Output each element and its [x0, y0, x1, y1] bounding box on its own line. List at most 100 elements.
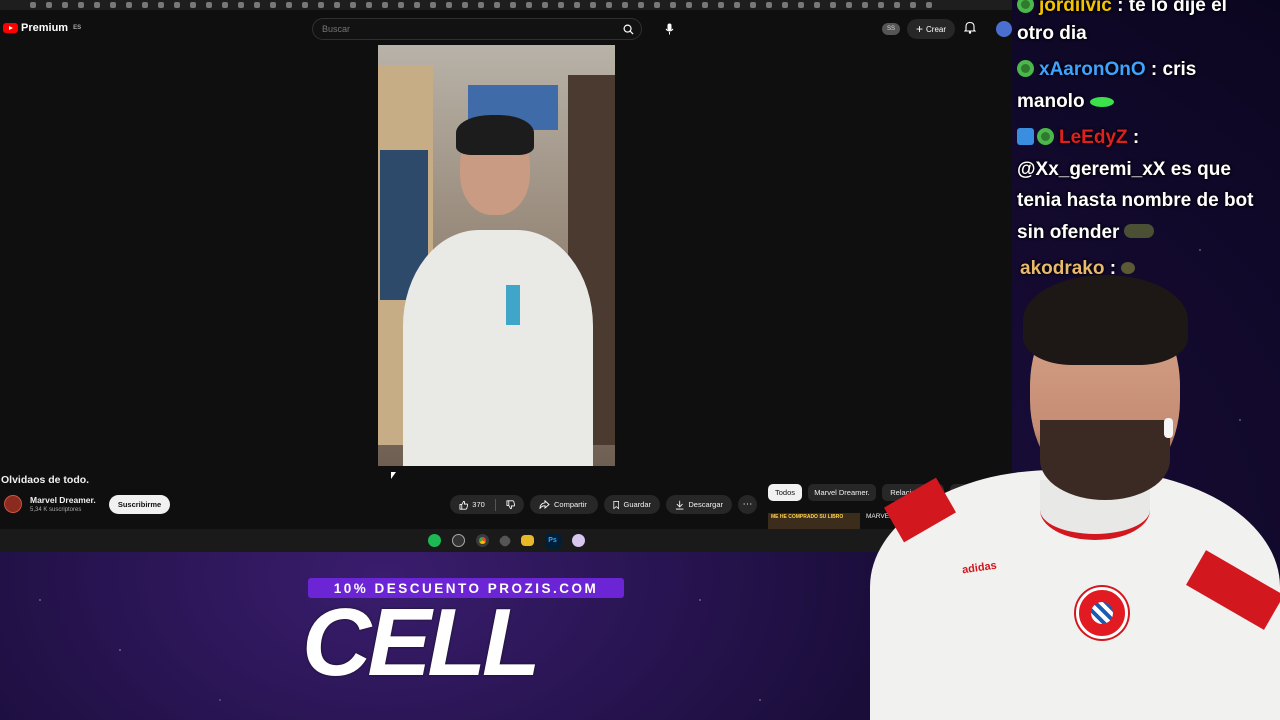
vip-badge-icon [1017, 128, 1034, 145]
chat-message: LeEdyZ : [1017, 122, 1139, 153]
bookmark-icon[interactable] [910, 2, 916, 8]
bookmark-icon[interactable] [606, 2, 612, 8]
bookmark-icon[interactable] [686, 2, 692, 8]
bookmark-icon[interactable] [78, 2, 84, 8]
obs-icon[interactable] [451, 534, 465, 547]
bookmark-icon[interactable] [238, 2, 244, 8]
bookmark-icon[interactable] [510, 2, 516, 8]
search-icon [623, 24, 634, 35]
bookmark-icon[interactable] [462, 2, 468, 8]
bookmark-icon[interactable] [206, 2, 212, 8]
bookmark-icon[interactable] [190, 2, 196, 8]
bookmark-icon[interactable] [302, 2, 308, 8]
bookmark-icon[interactable] [574, 2, 580, 8]
search-input[interactable] [322, 24, 602, 34]
bookmark-icon[interactable] [222, 2, 228, 8]
bookmark-icon[interactable] [670, 2, 676, 8]
chrome-icon[interactable] [475, 534, 489, 547]
subscribe-button[interactable]: Suscribirme [109, 495, 170, 514]
bookmark-icon[interactable] [542, 2, 548, 8]
bookmark-icon[interactable] [318, 2, 324, 8]
bookmark-icon[interactable] [174, 2, 180, 8]
bookmark-icon[interactable] [798, 2, 804, 8]
bookmark-icon[interactable] [270, 2, 276, 8]
discord-icon[interactable] [571, 534, 585, 547]
streamer-name-title: CELL [302, 589, 541, 696]
youtube-logo[interactable]: Premium ES [3, 22, 81, 34]
bookmark-icon[interactable] [894, 2, 900, 8]
bookmark-icon[interactable] [478, 2, 484, 8]
bookmark-icon[interactable] [446, 2, 452, 8]
bookmark-icon[interactable] [814, 2, 820, 8]
bookmark-icon[interactable] [862, 2, 868, 8]
chat-text: manolo [1017, 91, 1085, 112]
chat-message-cont: @Xx_geremi_xX es que [1017, 159, 1231, 180]
channel-subscribers: 5,34 K suscriptores [30, 507, 82, 513]
bookmark-icon[interactable] [718, 2, 724, 8]
bookmark-icon[interactable] [366, 2, 372, 8]
bookmark-icon[interactable] [62, 2, 68, 8]
notifications-button[interactable] [963, 21, 977, 39]
bookmark-save-icon [613, 500, 620, 509]
spotify-icon[interactable] [427, 534, 441, 547]
bookmark-icon[interactable] [158, 2, 164, 8]
bookmark-icon[interactable] [846, 2, 852, 8]
ss-badge[interactable]: SS [882, 23, 900, 35]
bookmark-icon[interactable] [382, 2, 388, 8]
chat-text: : [1132, 127, 1140, 148]
bookmark-icon[interactable] [142, 2, 148, 8]
bookmark-icon[interactable] [430, 2, 436, 8]
bookmark-icon[interactable] [734, 2, 740, 8]
thumbs-down-icon[interactable] [506, 499, 515, 510]
bookmark-icon[interactable] [398, 2, 404, 8]
chat-text: : cris [1150, 59, 1197, 80]
photoshop-icon[interactable]: Ps [544, 532, 561, 549]
bookmark-icon[interactable] [654, 2, 660, 8]
save-button[interactable]: Guardar [604, 495, 660, 514]
bookmark-icon[interactable] [414, 2, 420, 8]
share-button[interactable]: Compartir [530, 495, 598, 514]
voice-search-button[interactable] [660, 20, 678, 38]
bookmark-icon[interactable] [126, 2, 132, 8]
download-button[interactable]: Descargar [666, 495, 732, 514]
bookmark-icon[interactable] [334, 2, 340, 8]
chat-username: jordilvic [1039, 0, 1112, 16]
video-player[interactable] [378, 45, 615, 466]
bookmark-icon[interactable] [254, 2, 260, 8]
webcam-feed: adidas [740, 270, 1280, 720]
chat-message-cont: otro dia [1017, 23, 1087, 44]
bookmark-icon[interactable] [110, 2, 116, 8]
bookmark-icon[interactable] [766, 2, 772, 8]
download-label: Descargar [688, 500, 723, 509]
bookmark-icon[interactable] [350, 2, 356, 8]
app-icon[interactable] [497, 533, 512, 548]
youtube-play-icon [3, 23, 18, 33]
bookmark-icon[interactable] [622, 2, 628, 8]
bookmark-icon[interactable] [830, 2, 836, 8]
sub-badge-icon [1037, 128, 1054, 145]
bookmark-icon[interactable] [638, 2, 644, 8]
search-button[interactable] [615, 19, 641, 39]
bookmark-icon[interactable] [46, 2, 52, 8]
thumbs-up-icon[interactable] [459, 500, 469, 510]
folder-icon[interactable] [520, 535, 534, 546]
bookmark-icon[interactable] [494, 2, 500, 8]
chat-message-cont: sin ofender [1017, 217, 1155, 248]
bookmark-icon[interactable] [878, 2, 884, 8]
bookmark-icon[interactable] [558, 2, 564, 8]
bookmark-icon[interactable] [30, 2, 36, 8]
bookmark-icon[interactable] [590, 2, 596, 8]
bookmark-icon[interactable] [926, 2, 932, 8]
bookmark-icon[interactable] [526, 2, 532, 8]
create-button[interactable]: + Crear [907, 19, 955, 39]
bookmark-icon[interactable] [782, 2, 788, 8]
bookmark-icon[interactable] [750, 2, 756, 8]
channel-avatar[interactable] [4, 495, 22, 513]
channel-name[interactable]: Marvel Dreamer. [30, 495, 96, 505]
account-avatar[interactable] [996, 21, 1012, 37]
bookmark-icon[interactable] [94, 2, 100, 8]
chat-message-cont: tenia hasta nombre de bot [1017, 190, 1254, 211]
like-count[interactable]: 370 [472, 500, 485, 509]
bookmark-icon[interactable] [286, 2, 292, 8]
bookmark-icon[interactable] [702, 2, 708, 8]
